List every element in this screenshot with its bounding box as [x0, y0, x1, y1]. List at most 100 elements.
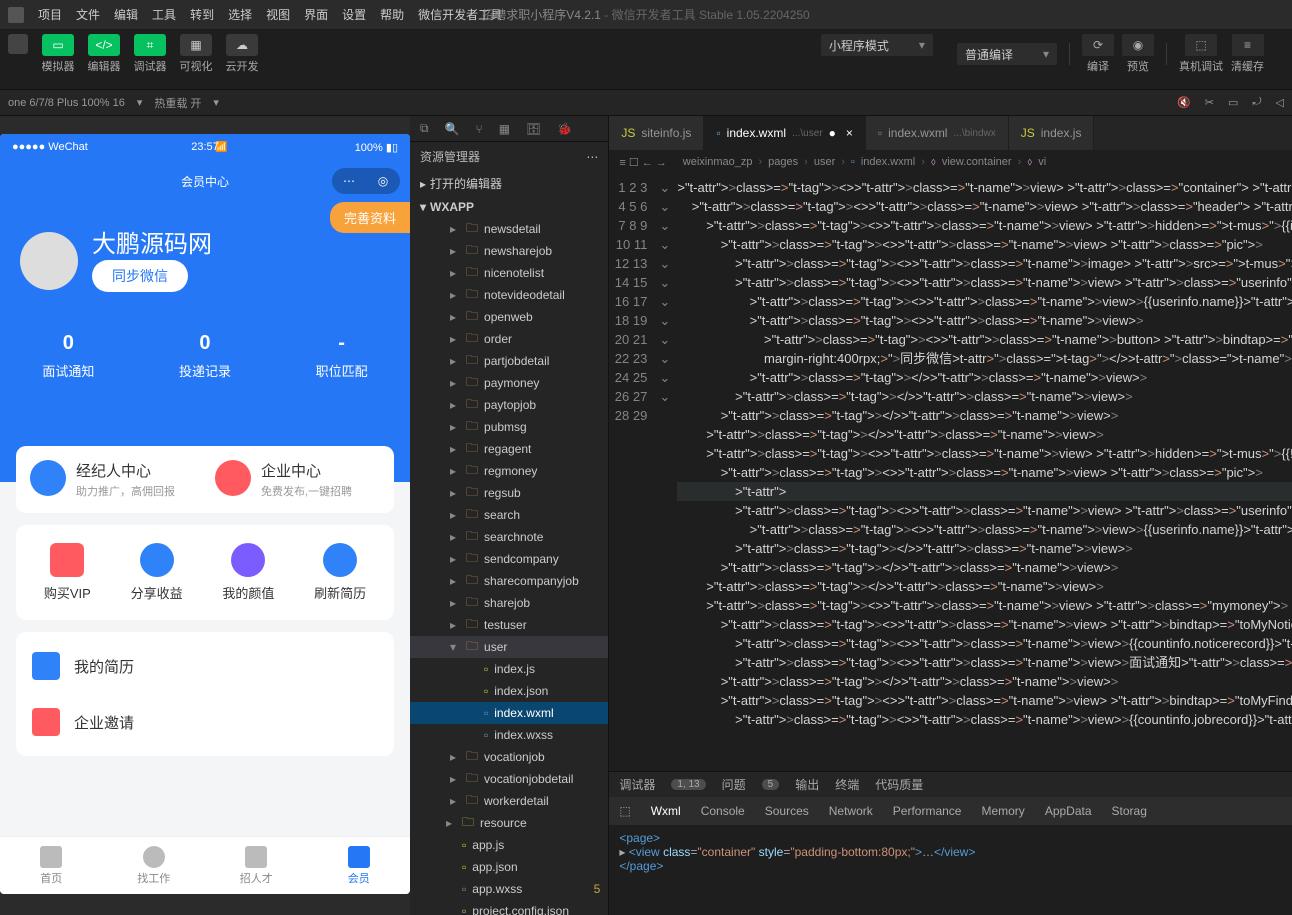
menu-help[interactable]: 帮助 [380, 6, 404, 23]
tree-vocationjob[interactable]: ▸🗀vocationjob [410, 746, 608, 768]
devtab-performance[interactable]: Performance [893, 804, 962, 818]
editor-tab-index.js[interactable]: JSindex.js [1009, 116, 1095, 150]
more-icon[interactable]: ⋯ [586, 150, 598, 164]
bug-icon[interactable]: 🐞 [557, 122, 572, 136]
list-invite[interactable]: 企业邀请 [32, 694, 378, 750]
tree-regmoney[interactable]: ▸🗀regmoney [410, 460, 608, 482]
menu-tools[interactable]: 工具 [152, 6, 176, 23]
debugger-toggle[interactable]: ⌗调试器 [130, 34, 170, 74]
debug-tab-debugger[interactable]: 调试器 [619, 776, 655, 793]
editor-toggle[interactable]: </>编辑器 [84, 34, 124, 74]
debug-tab-output[interactable]: 输出 [795, 776, 819, 793]
tree-app.json[interactable]: ▫app.json [410, 856, 608, 878]
tree-workerdetail[interactable]: ▸🗀workerdetail [410, 790, 608, 812]
tree-index.json[interactable]: ▫index.json [410, 680, 608, 702]
tree-nicenotelist[interactable]: ▸🗀nicenotelist [410, 262, 608, 284]
tree-project.config.json[interactable]: ▫project.config.json [410, 900, 608, 915]
capsule-close-button[interactable]: ◎ [366, 168, 400, 194]
tab-recruit[interactable]: 招人才 [205, 837, 308, 894]
tab-member[interactable]: 会员 [308, 837, 411, 894]
grid-share[interactable]: 分享收益 [131, 543, 183, 602]
phone-icon[interactable]: ▭ [1228, 96, 1238, 109]
compile-button[interactable]: ⟳ [1082, 34, 1114, 56]
search-icon[interactable]: 🔍 [445, 122, 460, 136]
db-icon[interactable]: 🗄 [526, 122, 541, 136]
clear-cache-button[interactable]: ≡ [1232, 34, 1264, 56]
debug-tab-terminal[interactable]: 终端 [835, 776, 859, 793]
stat-delivery[interactable]: 0投递记录 [179, 332, 231, 380]
tree-newsharejob[interactable]: ▸🗀newsharejob [410, 240, 608, 262]
devtab-wxml[interactable]: Wxml [651, 804, 681, 818]
devtab-memory[interactable]: Memory [981, 804, 1024, 818]
agent-center[interactable]: 经纪人中心助力推广，高佣回报 [30, 460, 195, 499]
hot-reload-toggle[interactable]: 热重载 开 [154, 95, 201, 111]
tree-notevideodetail[interactable]: ▸🗀notevideodetail [410, 284, 608, 306]
editor-tab-index.wxml[interactable]: ▫index.wxml...\user ● × [704, 116, 865, 150]
sync-wechat-button[interactable]: 同步微信 [92, 260, 188, 292]
tree-newsdetail[interactable]: ▸🗀newsdetail [410, 218, 608, 240]
tree-app.js[interactable]: ▫app.js [410, 834, 608, 856]
tree-pubmsg[interactable]: ▸🗀pubmsg [410, 416, 608, 438]
tree-paymoney[interactable]: ▸🗀paymoney [410, 372, 608, 394]
tree-paytopjob[interactable]: ▸🗀paytopjob [410, 394, 608, 416]
menu-settings[interactable]: 设置 [342, 6, 366, 23]
branch-icon[interactable]: ⑂ [476, 122, 483, 136]
stat-interview[interactable]: 0面试通知 [42, 332, 94, 380]
devtab-console[interactable]: Console [701, 804, 745, 818]
mode-select[interactable]: 小程序模式 [821, 34, 933, 56]
tree-searchnote[interactable]: ▸🗀searchnote [410, 526, 608, 548]
grid-refresh[interactable]: 刷新简历 [314, 543, 366, 602]
ext-icon[interactable]: ▦ [499, 122, 510, 136]
debug-tab-quality[interactable]: 代码质量 [875, 776, 923, 793]
device-select[interactable]: one 6/7/8 Plus 100% 16 [8, 97, 125, 109]
menu-goto[interactable]: 转到 [190, 6, 214, 23]
project-avatar[interactable] [8, 34, 28, 54]
debug-tab-problems[interactable]: 问题 [722, 776, 746, 793]
editor-tab-index.wxml[interactable]: ▫index.wxml...\bindwx [866, 116, 1009, 150]
files-icon[interactable]: ⧉ [420, 121, 429, 136]
editor-tab-siteinfo.js[interactable]: JSsiteinfo.js [609, 116, 704, 150]
tree-user[interactable]: ▾🗀user [410, 636, 608, 658]
list-resume[interactable]: 我的简历 [32, 638, 378, 694]
devtab-network[interactable]: Network [829, 804, 873, 818]
breadcrumb[interactable]: ≡ ☐ ← → weixinmao_zp› pages› user› ▫inde… [609, 150, 1292, 174]
company-center[interactable]: 企业中心免费发布,一键招聘 [215, 460, 380, 499]
tree-sendcompany[interactable]: ▸🗀sendcompany [410, 548, 608, 570]
stat-match[interactable]: -职位匹配 [316, 332, 368, 380]
menu-ui[interactable]: 界面 [304, 6, 328, 23]
tree-order[interactable]: ▸🗀order [410, 328, 608, 350]
tree-index.wxss[interactable]: ▫index.wxss [410, 724, 608, 746]
menu-edit[interactable]: 编辑 [114, 6, 138, 23]
compile-select[interactable]: 普通编译 [957, 43, 1057, 65]
grid-face[interactable]: 我的颜值 [222, 543, 274, 602]
cloud-toggle[interactable]: ☁云开发 [222, 34, 262, 74]
cut-icon[interactable]: ✂ [1205, 96, 1214, 109]
tree-sharejob[interactable]: ▸🗀sharejob [410, 592, 608, 614]
remote-debug-button[interactable]: ⬚ [1185, 34, 1217, 56]
root-section[interactable]: ▾ WXAPP [410, 196, 608, 218]
tree-resource[interactable]: ▸🗀resource [410, 812, 608, 834]
preview-button[interactable]: ◉ [1122, 34, 1154, 56]
tree-search[interactable]: ▸🗀search [410, 504, 608, 526]
tree-index.js[interactable]: ▫index.js [410, 658, 608, 680]
devtab-storage[interactable]: Storag [1112, 804, 1147, 818]
tree-app.wxss[interactable]: ▫app.wxss5 [410, 878, 608, 900]
tab-jobs[interactable]: 找工作 [103, 837, 206, 894]
tree-sharecompanyjob[interactable]: ▸🗀sharecompanyjob [410, 570, 608, 592]
devtools-output[interactable]: <page> ▸ <view class="container" style="… [609, 825, 1292, 915]
gutter-icons[interactable]: ≡ ☐ ← → [619, 156, 666, 169]
visual-toggle[interactable]: ▦可视化 [176, 34, 216, 74]
tree-testuser[interactable]: ▸🗀testuser [410, 614, 608, 636]
mute-icon[interactable]: 🔇 [1177, 96, 1191, 109]
tab-home[interactable]: 首页 [0, 837, 103, 894]
avatar[interactable] [20, 232, 78, 290]
rotate-icon[interactable]: ⤾ [1252, 96, 1261, 109]
tree-openweb[interactable]: ▸🗀openweb [410, 306, 608, 328]
tree-index.wxml[interactable]: ▫index.wxml [410, 702, 608, 724]
menu-view[interactable]: 视图 [266, 6, 290, 23]
simulator-toggle[interactable]: ▭模拟器 [38, 34, 78, 74]
tree-regsub[interactable]: ▸🗀regsub [410, 482, 608, 504]
menu-file[interactable]: 文件 [76, 6, 100, 23]
menu-select[interactable]: 选择 [228, 6, 252, 23]
code-editor[interactable]: 1 2 3 4 5 6 7 8 9 10 11 12 13 14 15 16 1… [609, 174, 1292, 771]
